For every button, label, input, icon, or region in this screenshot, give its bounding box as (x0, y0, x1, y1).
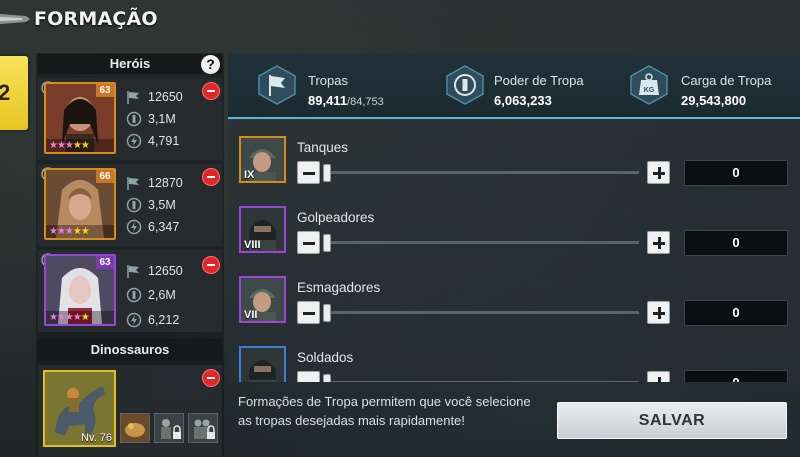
increase-button[interactable] (647, 161, 670, 184)
dino-level: Nv. 76 (81, 432, 112, 444)
increase-button[interactable] (647, 231, 670, 254)
flag-icon (258, 65, 296, 105)
troop-name: Soldados (297, 350, 354, 365)
dino-card[interactable]: Nv. 76 (38, 365, 222, 457)
dino-slot-locked[interactable] (188, 413, 218, 443)
hero-level-badge: 63 (96, 84, 114, 97)
troop-stats-bar: Tropas 89,411/84,753 Poder de Tropa 6,06… (228, 53, 800, 119)
slider-handle[interactable] (323, 304, 331, 322)
dino-slot[interactable] (120, 413, 150, 443)
troop-name: Golpeadores (297, 210, 375, 225)
flag-icon (127, 91, 139, 104)
hero-stars: ★★★★★ (46, 225, 114, 238)
flag-icon (127, 177, 139, 190)
decrease-button[interactable] (297, 231, 320, 254)
decrease-button[interactable] (297, 301, 320, 324)
slider-handle[interactable] (323, 374, 331, 382)
remove-dino-button[interactable] (202, 369, 220, 387)
svg-text:KG: KG (644, 87, 655, 94)
quantity-slider[interactable] (323, 311, 639, 314)
hero-card[interactable]: 63 ★★★★★ 12650 3,1M 4,791 (38, 78, 222, 160)
hero-stars: ★★★★★ (46, 139, 114, 152)
decrease-button[interactable] (297, 371, 320, 382)
remove-hero-button[interactable] (202, 82, 220, 100)
quantity-slider[interactable] (323, 381, 639, 382)
formation-slot-tab[interactable]: 2 (0, 56, 28, 130)
lightning-icon (126, 312, 142, 328)
save-button[interactable]: SALVAR (557, 402, 787, 439)
flag-icon (127, 265, 139, 278)
power-icon (126, 111, 142, 127)
troop-name: Tanques (297, 140, 349, 155)
slider-handle[interactable] (323, 164, 331, 182)
help-icon[interactable]: ? (201, 55, 220, 74)
troop-row: Soldados 0 (228, 330, 800, 382)
troops-stat: Tropas 89,411/84,753 (258, 53, 438, 119)
soldiers-lock-icon (189, 414, 217, 442)
quantity-input[interactable]: 0 (684, 300, 788, 326)
quantity-input[interactable]: 0 (684, 370, 788, 382)
hero-stars: ★★★★★ (46, 311, 114, 324)
dinos-heading: Dinossauros (38, 339, 222, 361)
hero-level-badge: 66 (96, 170, 114, 183)
hero-level-badge: 63 (96, 256, 114, 269)
troop-portrait: VII (239, 276, 286, 323)
troop-row: VIII Golpeadores 0 (228, 190, 800, 260)
dino-mini-avatar (121, 414, 149, 442)
troop-list[interactable]: IX Tanques 0 VIII Golpeadores 0 VII Esma… (228, 120, 800, 382)
quantity-input[interactable]: 0 (684, 230, 788, 256)
quantity-slider[interactable] (323, 171, 639, 174)
troop-avatar (241, 348, 284, 382)
troop-name: Esmagadores (297, 280, 381, 295)
troop-row: VII Esmagadores 0 (228, 260, 800, 330)
troop-portrait: IX (239, 136, 286, 183)
dino-portrait[interactable]: Nv. 76 (43, 370, 116, 447)
formation-flag-icon (0, 14, 30, 24)
troop-row: IX Tanques 0 (228, 120, 800, 190)
lightning-icon (126, 133, 142, 149)
dino-slot-locked[interactable] (154, 413, 184, 443)
quantity-slider[interactable] (323, 241, 639, 244)
power-stat: Poder de Tropa 6,063,233 (446, 53, 626, 119)
formation-hint: Formações de Tropa permitem que você sel… (238, 394, 531, 428)
remove-hero-button[interactable] (202, 256, 220, 274)
header: FORMAÇÃO (0, 0, 800, 40)
lightning-icon (126, 219, 142, 235)
hero-card[interactable]: 66 ★★★★★ 12870 3,5M 6,347 (38, 164, 222, 246)
troop-portrait: VIII (239, 206, 286, 253)
weight-icon: KG (630, 65, 668, 105)
hero-portrait[interactable]: 63 ★★★★★ (44, 254, 116, 326)
power-icon (126, 197, 142, 213)
soldier-lock-icon (155, 414, 183, 442)
quantity-input[interactable]: 0 (684, 160, 788, 186)
troop-portrait (239, 346, 286, 382)
hero-portrait[interactable]: 66 ★★★★★ (44, 168, 116, 240)
page-title: FORMAÇÃO (34, 8, 158, 30)
remove-hero-button[interactable] (202, 168, 220, 186)
load-stat: KG Carga de Tropa 29,543,800 (630, 53, 800, 119)
slider-handle[interactable] (323, 234, 331, 252)
decrease-button[interactable] (297, 161, 320, 184)
hero-portrait[interactable]: 63 ★★★★★ (44, 82, 116, 154)
power-icon (126, 287, 142, 303)
hero-card[interactable]: 63 ★★★★★ 12650 2,6M 6,212 (38, 250, 222, 332)
increase-button[interactable] (647, 301, 670, 324)
increase-button[interactable] (647, 371, 670, 382)
power-icon (446, 65, 484, 105)
formation-slot-number: 2 (0, 80, 11, 105)
heroes-heading: Heróis (38, 54, 222, 74)
